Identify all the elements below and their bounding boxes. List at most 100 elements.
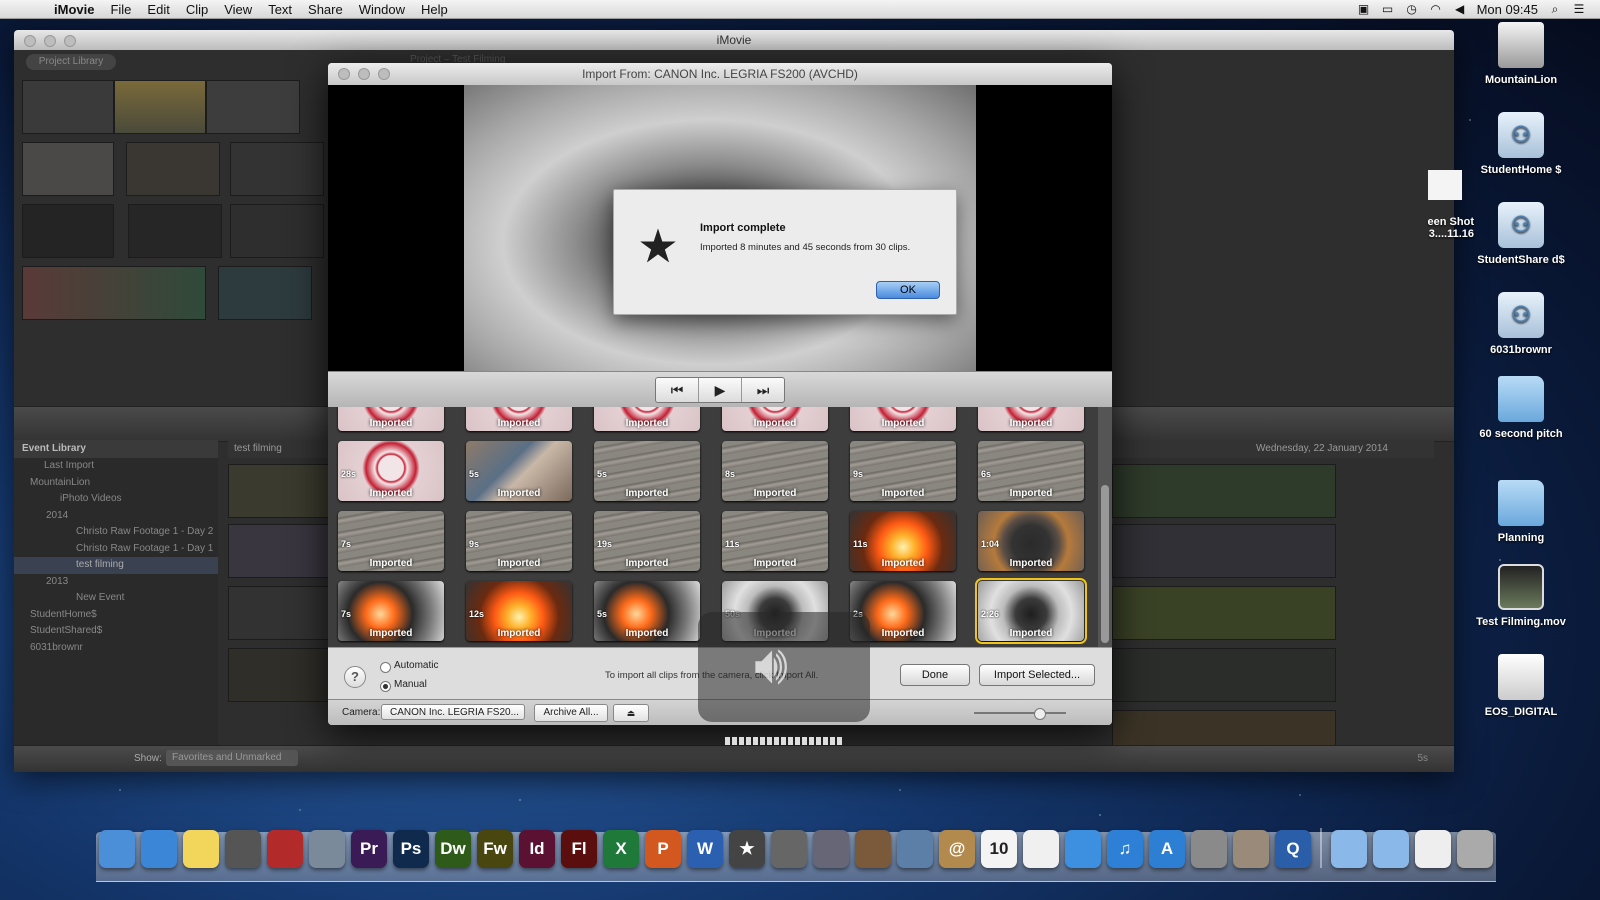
app-store-icon[interactable]: A xyxy=(1148,830,1186,868)
system-preferences-icon[interactable] xyxy=(1190,830,1228,868)
wifi-icon[interactable]: ◠ xyxy=(1429,3,1443,15)
zoom-button[interactable] xyxy=(64,35,76,47)
trash-icon[interactable] xyxy=(1456,830,1494,868)
desktop-icon[interactable]: 60 second pitch xyxy=(1476,376,1566,440)
airplay-icon[interactable]: ▭ xyxy=(1381,3,1395,15)
import-close-button[interactable] xyxy=(338,68,350,80)
clip-thumbnail[interactable]: 7s Imported xyxy=(338,581,444,641)
event-item-studenthome[interactable]: StudentHome$ xyxy=(14,607,218,624)
documents-folder-icon[interactable] xyxy=(1372,830,1410,868)
clip-thumbnail[interactable]: 5s Imported xyxy=(594,581,700,641)
clip-thumbnail[interactable]: 19s Imported xyxy=(594,511,700,571)
project-thumbnail[interactable] xyxy=(230,204,324,258)
preview-2-icon[interactable] xyxy=(1232,830,1270,868)
slider-knob[interactable] xyxy=(1034,708,1046,720)
close-button[interactable] xyxy=(24,35,36,47)
event-item-studentshared[interactable]: StudentShared$ xyxy=(14,623,218,640)
desktop-icon[interactable]: Test Filming.mov xyxy=(1476,564,1566,628)
event-filmstrip[interactable] xyxy=(1112,464,1336,518)
manual-radio[interactable] xyxy=(380,681,391,692)
event-filmstrip[interactable] xyxy=(1112,586,1336,640)
menu-window[interactable]: Window xyxy=(351,2,413,17)
address-book-icon[interactable]: @ xyxy=(938,830,976,868)
eject-icon[interactable]: ⏏ xyxy=(613,704,649,722)
previous-clip-icon[interactable]: ⏮ xyxy=(656,378,699,402)
messages-icon[interactable] xyxy=(1064,830,1102,868)
clip-thumbnail[interactable]: Imported xyxy=(722,407,828,431)
project-library-button[interactable]: Project Library xyxy=(26,54,116,70)
flash-icon[interactable]: Fl xyxy=(560,830,598,868)
ok-button[interactable]: OK xyxy=(876,281,940,299)
clip-thumbnail[interactable]: 7s Imported xyxy=(338,511,444,571)
spotlight-search-icon[interactable]: ⌕ xyxy=(1548,3,1562,15)
event-item-2013[interactable]: 2013 xyxy=(14,574,218,591)
scrollbar-thumb[interactable] xyxy=(1101,485,1109,643)
clip-thumbnail[interactable]: Imported xyxy=(466,407,572,431)
clip-thumbnail[interactable]: 28s Imported xyxy=(338,441,444,501)
indesign-icon[interactable]: Id xyxy=(518,830,556,868)
play-icon[interactable]: ▶ xyxy=(699,378,742,402)
quicktime-icon[interactable]: Q xyxy=(1274,830,1312,868)
facetime-icon[interactable] xyxy=(224,830,262,868)
clip-thumbnail[interactable]: 11s Imported xyxy=(722,511,828,571)
event-filmstrip[interactable] xyxy=(228,648,330,702)
menu-edit[interactable]: Edit xyxy=(139,2,177,17)
clip-thumbnail[interactable]: Imported xyxy=(594,407,700,431)
clip-thumbnail[interactable]: Imported xyxy=(978,407,1084,431)
import-minimize-button[interactable] xyxy=(358,68,370,80)
minimize-button[interactable] xyxy=(44,35,56,47)
clip-thumbnail[interactable]: 2:26 Imported xyxy=(975,578,1087,644)
screenshot-file-icon[interactable] xyxy=(1428,170,1462,200)
project-thumbnail[interactable] xyxy=(22,204,114,258)
security-status-icon[interactable]: ▣ xyxy=(1357,3,1371,15)
garageband-icon[interactable] xyxy=(854,830,892,868)
camera-popup[interactable]: CANON Inc. LEGRIA FS20... xyxy=(381,704,525,720)
thumbnail-size-slider[interactable] xyxy=(974,708,1066,720)
project-thumbnail[interactable] xyxy=(206,80,300,134)
excel-icon[interactable]: X xyxy=(602,830,640,868)
launchpad-icon[interactable] xyxy=(770,830,808,868)
imovie-icon[interactable]: ★ xyxy=(728,830,766,868)
desktop-icon[interactable]: ⚇ StudentHome $ xyxy=(1476,112,1566,176)
clip-thumbnail[interactable]: 1:04 Imported xyxy=(978,511,1084,571)
photo-booth-icon[interactable] xyxy=(266,830,304,868)
menu-view[interactable]: View xyxy=(216,2,260,17)
stickies-icon[interactable] xyxy=(182,830,220,868)
notification-center-icon[interactable]: ☰ xyxy=(1572,3,1586,15)
help-button[interactable]: ? xyxy=(344,666,366,688)
document-icon[interactable] xyxy=(1414,830,1452,868)
word-icon[interactable]: W xyxy=(686,830,724,868)
event-filmstrip[interactable] xyxy=(1112,524,1336,578)
desktop-icon[interactable]: EOS_DIGITAL xyxy=(1476,654,1566,718)
menu-help[interactable]: Help xyxy=(413,2,456,17)
event-item-test-filming[interactable]: test filming xyxy=(14,557,218,574)
calendar-icon[interactable]: 10 xyxy=(980,830,1018,868)
reminders-icon[interactable] xyxy=(1022,830,1060,868)
event-item-mountainlion[interactable]: MountainLion xyxy=(14,475,218,492)
clip-thumbnail[interactable]: 5s Imported xyxy=(466,441,572,501)
menu-clock[interactable]: Mon 09:45 xyxy=(1477,2,1538,17)
project-thumbnail[interactable] xyxy=(22,142,114,196)
desktop-icon[interactable]: Planning xyxy=(1476,480,1566,544)
menu-clip[interactable]: Clip xyxy=(178,2,216,17)
photoshop-icon[interactable]: Ps xyxy=(392,830,430,868)
automatic-radio[interactable] xyxy=(380,662,391,673)
preview-icon[interactable] xyxy=(896,830,934,868)
project-thumbnail[interactable] xyxy=(230,142,324,196)
clip-thumbnail[interactable]: 5s Imported xyxy=(594,441,700,501)
image-capture-icon[interactable] xyxy=(812,830,850,868)
event-filmstrip[interactable] xyxy=(1112,648,1336,702)
menu-text[interactable]: Text xyxy=(260,2,300,17)
project-thumbnail[interactable] xyxy=(218,266,312,320)
clip-thumbnail[interactable]: Imported xyxy=(338,407,444,431)
event-item-new-event[interactable]: New Event xyxy=(14,590,218,607)
itunes-icon[interactable]: ♫ xyxy=(1106,830,1144,868)
event-filmstrip[interactable] xyxy=(228,464,330,518)
project-thumbnail[interactable] xyxy=(126,142,220,196)
event-filmstrip[interactable] xyxy=(228,524,330,578)
applications-folder-icon[interactable] xyxy=(1330,830,1368,868)
desktop-icon[interactable]: ⚇ 6031brownr xyxy=(1476,292,1566,356)
import-zoom-button[interactable] xyxy=(378,68,390,80)
clip-thumbnail[interactable]: 11s Imported xyxy=(850,511,956,571)
menu-app-name[interactable]: iMovie xyxy=(46,2,102,17)
